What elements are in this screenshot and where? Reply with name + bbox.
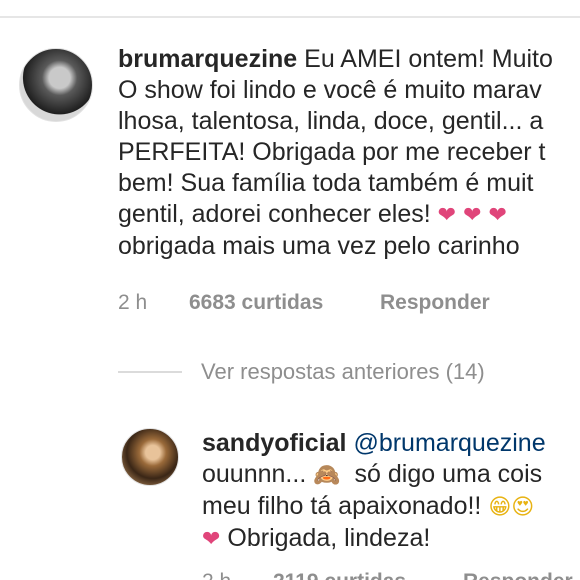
avatar-brumarquezine[interactable] [19,48,93,122]
comment-line-2: O show foi lindo e você é muito marav [118,76,542,104]
comment-timestamp: 2 h [118,291,148,314]
comment-line-5: bem! Sua família toda também é muit [118,169,534,197]
username-sandyoficial[interactable]: sandyoficial [202,429,347,457]
heart-emoji-icon: ❤ ❤ ❤ [437,203,507,228]
reply-text-line-4: Obrigada, lindeza! [227,524,431,552]
comment-brumarquezine: brumarquezine Eu AMEI ontem! Muito O sho… [118,44,553,262]
avatar-sandyoficial[interactable] [121,428,179,486]
comment-line-4: PERFEITA! Obrigada por me receber t [118,138,546,166]
comment-text-line-6: gentil, adorei conhecer eles! [118,200,431,228]
comments-panel: brumarquezine Eu AMEI ontem! Muito O sho… [0,0,580,580]
mention-link[interactable]: @brumarquezine [353,429,545,457]
heart-icon: ❤ [202,527,221,552]
comment-text-line-1: Eu AMEI ontem! Muito [304,45,553,73]
reply-line-1: sandyoficial @brumarquezine [202,428,546,459]
username-brumarquezine[interactable]: brumarquezine [118,45,297,73]
comment-likes-link[interactable]: 6683 curtidas [189,291,323,315]
reply-likes-link[interactable]: 2119 curtidas [273,570,406,580]
heart-eyes-icon: 😍 [511,495,535,520]
reply-sandyoficial: sandyoficial @brumarquezine ouunnn... 🙈 … [202,428,546,555]
reply-text-line-3: meu filho tá apaixonado!! [202,492,482,520]
comment-line-6: gentil, adorei conhecer eles! ❤ ❤ ❤ [118,199,553,231]
comment-line-3: lhosa, talentosa, linda, doce, gentil...… [118,107,544,135]
reply-line-4: ❤ Obrigada, lindeza! [202,523,546,555]
reply-line-2: ouunnn... 🙈 só digo uma cois [202,459,546,491]
comment-line-7: obrigada mais uma vez pelo carinho [118,232,520,260]
top-divider [0,16,580,18]
grinning-face-icon: 😁 [488,495,512,520]
reply-reply-button[interactable]: Responder [463,570,573,580]
thread-line [118,371,182,373]
reply-text-line-2b: só digo uma cois [354,460,543,488]
see-no-evil-monkey-icon: 🙈 [313,463,341,488]
comment-reply-button[interactable]: Responder [380,291,490,315]
view-previous-replies-link[interactable]: Ver respostas anteriores (14) [201,359,485,385]
reply-line-3: meu filho tá apaixonado!! 😁😍 [202,491,546,523]
reply-text-line-2: ouunnn... [202,460,307,488]
reply-timestamp: 2 h [202,570,231,580]
comment-line-1: brumarquezine Eu AMEI ontem! Muito [118,44,553,75]
